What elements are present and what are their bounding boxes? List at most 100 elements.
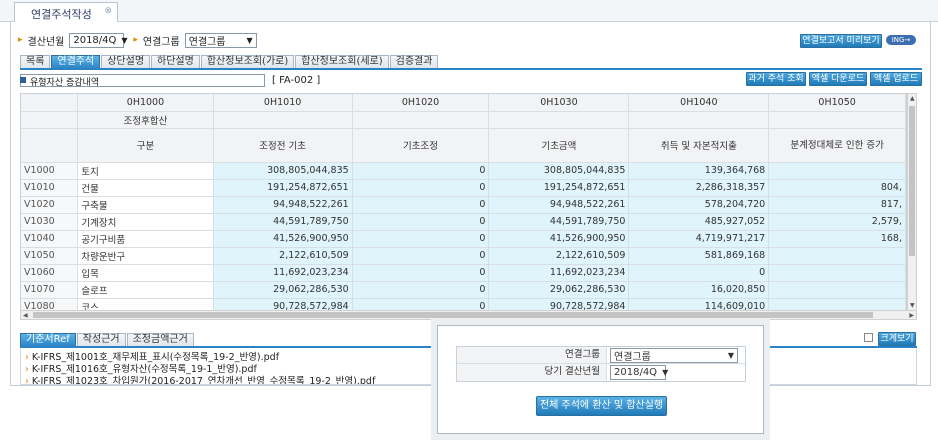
value-cell[interactable]: 0 [628,264,770,282]
value-cell[interactable]: 191,254,872,651 [488,179,630,197]
popup-period-cell: 2018/4Q ▼ [607,364,669,381]
header-blank [628,111,770,129]
value-cell[interactable]: 0 [352,162,490,180]
past-note-button[interactable]: 과거 주석 조회 [746,72,806,86]
value-cell[interactable]: 0 [352,230,490,248]
row-name: 기계장치 [77,213,214,231]
value-cell[interactable]: 44,591,789,750 [213,213,353,231]
bottom-tab-bar: 기준서Ref 작성근거 조정금액근거 [20,333,194,347]
horizontal-scrollbar[interactable]: ◀ ▶ [20,310,917,320]
value-cell[interactable] [768,264,906,282]
chevron-down-icon: ▼ [727,351,734,360]
value-cell[interactable]: 0 [352,264,490,282]
account-code: [ FA-002 ] [272,75,321,86]
value-cell[interactable]: 16,020,850 [628,281,770,299]
bullet-icon: ▸ [133,35,138,45]
expand-checkbox[interactable] [864,333,873,342]
value-cell[interactable]: 29,062,286,530 [213,281,353,299]
tab-consolidated-note[interactable]: 연결주석 [51,55,101,69]
col-name: 조정전 기초 [213,128,353,163]
header-blank [768,111,906,129]
scroll-thumb[interactable] [909,106,915,256]
value-cell[interactable]: 191,254,872,651 [213,179,353,197]
popup-period-select[interactable]: 2018/4Q ▼ [610,365,668,380]
tab-sum-horizontal[interactable]: 합산정보조회(가로) [200,55,295,69]
tab-list[interactable]: 목록 [20,55,51,69]
tab-top-desc[interactable]: 상단설명 [101,55,151,69]
header-blank [21,128,79,163]
table-row[interactable]: V1060 입목 11,692,023,234 0 11,692,023,234 0 [21,264,906,282]
value-cell[interactable] [768,162,906,180]
value-cell[interactable]: 804, [768,179,906,197]
value-cell[interactable]: 2,122,610,509 [488,247,630,265]
vertical-scrollbar[interactable]: ▲ ▼ [907,93,917,311]
col-code: 0H1030 [488,94,630,112]
table-row[interactable]: V1070 슬로프 29,062,286,530 0 29,062,286,530 16,… [21,281,906,299]
header-row-codes: 0H1000 0H1010 0H1020 0H1030 0H1040 0H105… [21,94,906,112]
file-link[interactable]: K-IFRS_제1023호_차입원가(2016-2017_연차개선_반영_수정목… [32,376,375,384]
value-cell[interactable]: 2,286,318,357 [628,179,770,197]
value-cell[interactable]: 817, [768,196,906,214]
excel-download-button[interactable]: 엑셀 다운로드 [809,72,867,86]
value-cell[interactable]: 94,948,522,261 [213,196,353,214]
period-select[interactable]: 2018/4Q ▼ [69,32,128,48]
enlarge-button[interactable]: 크게보기 [878,332,916,346]
tab-basis[interactable]: 작성근거 [76,333,126,347]
table-row[interactable]: V1000 토지 308,805,044,835 0 308,805,044,835 13… [21,162,906,180]
value-cell[interactable]: 2,579, [768,213,906,231]
tab-validation[interactable]: 검증결과 [389,55,439,69]
tab-bottom-desc[interactable]: 하단설명 [151,55,200,69]
value-cell[interactable]: 94,948,522,261 [488,196,630,214]
tab-sum-vertical[interactable]: 합산정보조회(세로) [295,55,389,69]
row-name: 입목 [77,264,214,282]
scroll-left-icon[interactable]: ◀ [23,312,28,319]
value-cell[interactable]: 0 [352,247,490,265]
value-cell[interactable]: 581,869,168 [628,247,770,265]
close-icon[interactable]: ⊗ [104,6,112,16]
file-link[interactable]: K-IFRS_제1016호_유형자산(수정목록_19-1_반영).pdf [32,364,257,375]
ing-button[interactable]: ING→ [886,35,916,45]
value-cell[interactable]: 11,692,023,234 [488,264,630,282]
table-row[interactable]: V1050 차량운반구 2,122,610,509 0 2,122,610,509 581… [21,247,906,265]
table-row[interactable]: V1040 공기구비품 41,526,900,950 0 41,526,900,950 4… [21,230,906,248]
report-preview-button[interactable]: 연결보고서 미리보기 [800,34,882,48]
value-cell[interactable] [768,247,906,265]
bullet-icon: › [25,352,29,363]
value-cell[interactable]: 485,927,052 [628,213,770,231]
row-name: 슬로프 [77,281,214,299]
value-cell[interactable] [768,281,906,299]
value-cell[interactable]: 0 [352,281,490,299]
tab-adjust-basis[interactable]: 조정금액근거 [126,333,194,347]
table-row[interactable]: V1030 기계장치 44,591,789,750 0 44,591,789,750 48… [21,213,906,231]
value-cell[interactable]: 0 [352,179,490,197]
value-cell[interactable]: 0 [352,213,490,231]
value-cell[interactable]: 41,526,900,950 [213,230,353,248]
group-select[interactable]: 연결그룹 ▼ [184,32,257,48]
value-cell[interactable]: 308,805,044,835 [488,162,630,180]
main-tab[interactable]: 연결주석작성 ⊗ [14,2,118,22]
scroll-up-icon[interactable]: ▲ [910,95,915,102]
value-cell[interactable]: 44,591,789,750 [488,213,630,231]
value-cell[interactable]: 168, [768,230,906,248]
table-row[interactable]: V1010 건물 191,254,872,651 0 191,254,872,651 2,… [21,179,906,197]
period-label: 결산년월 [27,36,65,48]
scroll-right-icon[interactable]: ▶ [909,312,914,319]
run-convert-button[interactable]: 전체 주석에 환산 및 합산실행 [536,396,667,416]
value-cell[interactable]: 2,122,610,509 [213,247,353,265]
excel-upload-button[interactable]: 엑셀 업로드 [870,72,922,86]
value-cell[interactable]: 29,062,286,530 [488,281,630,299]
popup-group-select[interactable]: 연결그룹 ▼ [610,348,738,363]
value-cell[interactable]: 578,204,720 [628,196,770,214]
value-cell[interactable]: 41,526,900,950 [488,230,630,248]
scroll-thumb[interactable] [33,312,873,318]
tab-standard-ref[interactable]: 기준서Ref [20,333,76,347]
row-code: V1070 [21,281,79,299]
value-cell[interactable]: 308,805,044,835 [213,162,353,180]
table-row[interactable]: V1020 구축물 94,948,522,261 0 94,948,522,261 578… [21,196,906,214]
value-cell[interactable]: 4,719,971,217 [628,230,770,248]
file-link[interactable]: K-IFRS_제1001호_재무제표_표시(수정목록_19-2_반영).pdf [32,352,279,363]
value-cell[interactable]: 139,364,768 [628,162,770,180]
scroll-down-icon[interactable]: ▼ [910,302,915,309]
value-cell[interactable]: 0 [352,196,490,214]
value-cell[interactable]: 11,692,023,234 [213,264,353,282]
